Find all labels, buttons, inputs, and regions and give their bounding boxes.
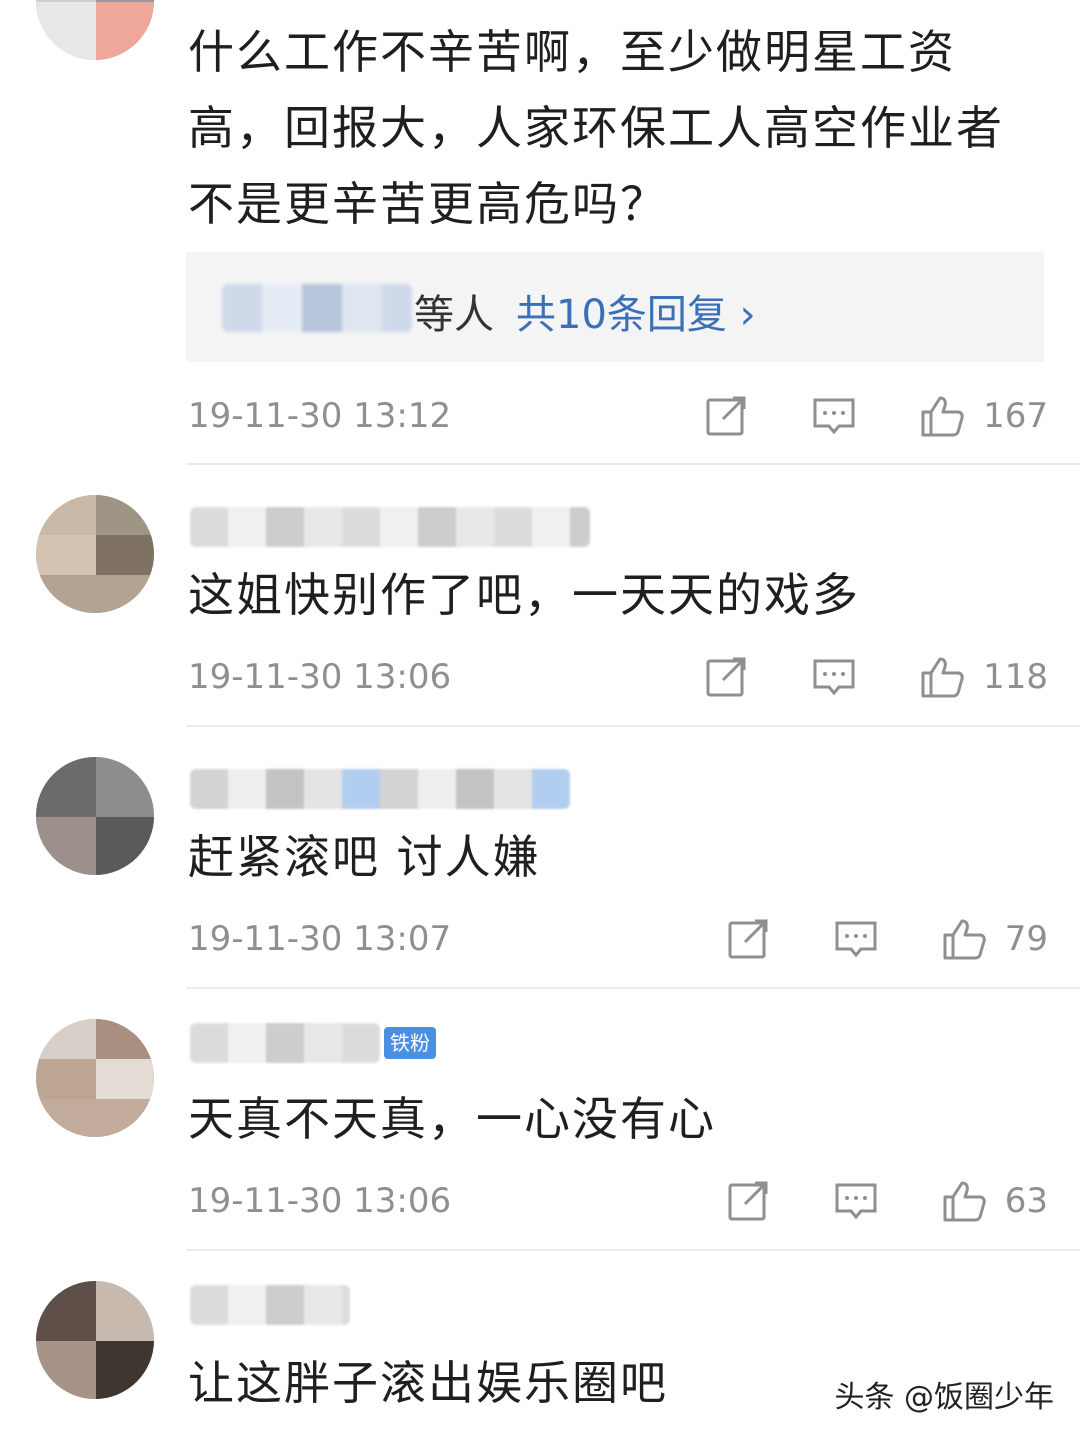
reply-who-suffix: 等人 [414, 292, 494, 338]
fan-badge: 铁粉 [384, 1027, 436, 1059]
thumbs-up-icon[interactable] [919, 654, 965, 700]
comment-item: 铁粉 天真不天真，一心没有心 19-11-30 13:06 63 [0, 989, 1080, 1251]
comment-text: 赶紧滚吧 讨人嫌 [188, 830, 541, 884]
comment-text: 天真不天真，一心没有心 [188, 1092, 716, 1146]
share-icon[interactable] [725, 916, 771, 962]
username-blurred[interactable] [190, 1285, 350, 1325]
username-blurred[interactable] [190, 507, 590, 547]
comment-meta: 19-11-30 13:06 63 [188, 1173, 1048, 1229]
view-replies-link[interactable]: 共10条回复 › [516, 282, 756, 340]
comment-item: 赶紧滚吧 讨人嫌 19-11-30 13:07 79 [0, 727, 1080, 989]
comment-item: 什么工作不辛苦啊，至少做明星工资高，回报大，人家环保工人高空作业者不是更辛苦更高… [0, 0, 1080, 464]
share-icon[interactable] [725, 1178, 771, 1224]
username-blurred[interactable] [190, 1023, 380, 1063]
thumbs-up-icon[interactable] [941, 916, 987, 962]
comment-icon[interactable] [833, 916, 879, 962]
comment-meta: 19-11-30 13:07 79 [188, 911, 1048, 967]
avatar[interactable] [36, 757, 154, 875]
timestamp: 19-11-30 13:07 [188, 919, 452, 959]
timestamp: 19-11-30 13:06 [188, 657, 452, 697]
like-count: 63 [1004, 1181, 1048, 1221]
watermark: 头条 @饭圈少年 [834, 1380, 1054, 1415]
like-count: 79 [1004, 919, 1048, 959]
comment-meta: 19-11-30 13:12 167 [188, 388, 1048, 444]
timestamp: 19-11-30 13:06 [188, 1181, 452, 1221]
comment-icon[interactable] [833, 1178, 879, 1224]
avatar[interactable] [36, 1281, 154, 1399]
comment-icon[interactable] [811, 393, 857, 439]
avatar[interactable] [36, 0, 154, 60]
like-count: 118 [983, 657, 1048, 697]
share-icon[interactable] [703, 393, 749, 439]
reply-preview[interactable]: 等人 共10条回复 › [186, 252, 1044, 362]
avatar[interactable] [36, 495, 154, 613]
timestamp: 19-11-30 13:12 [188, 396, 452, 436]
replier-names-blurred [222, 284, 412, 332]
comment-text: 这姐快别作了吧，一天天的戏多 [188, 568, 860, 622]
comment-text: 什么工作不辛苦啊，至少做明星工资高，回报大，人家环保工人高空作业者不是更辛苦更高… [188, 25, 1004, 231]
comment-icon[interactable] [811, 654, 857, 700]
comment-item: 这姐快别作了吧，一天天的戏多 19-11-30 13:06 118 [0, 465, 1080, 727]
avatar[interactable] [36, 1019, 154, 1137]
thumbs-up-icon[interactable] [919, 393, 965, 439]
share-icon[interactable] [703, 654, 749, 700]
comment-meta: 19-11-30 13:06 118 [188, 649, 1048, 705]
like-count: 167 [983, 396, 1048, 436]
username-blurred[interactable] [190, 769, 570, 809]
thumbs-up-icon[interactable] [941, 1178, 987, 1224]
